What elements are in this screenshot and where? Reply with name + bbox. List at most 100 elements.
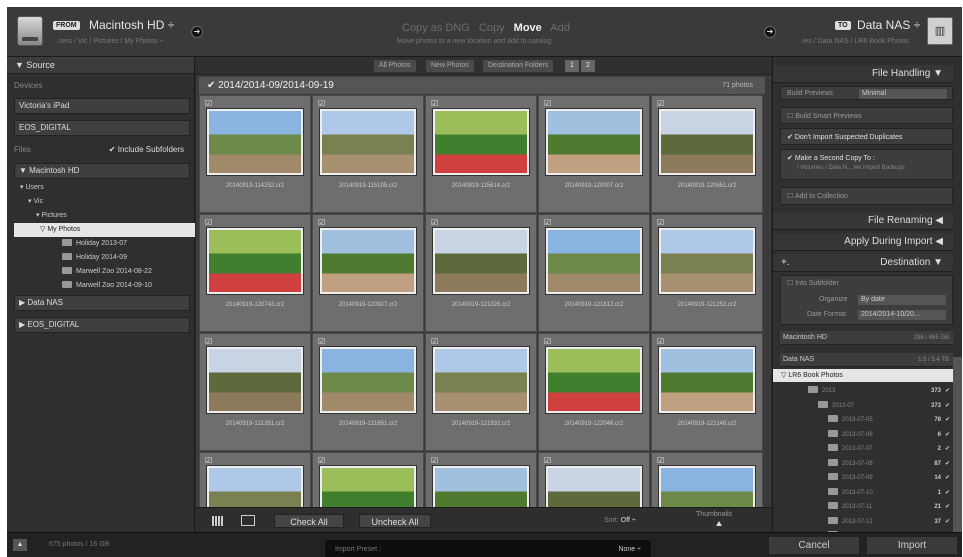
plus-icon[interactable]: +. (781, 254, 790, 272)
dest-tree-item[interactable]: 2013-07-06 6 ✔ (780, 428, 953, 442)
photo-checkbox[interactable]: ☑ (205, 218, 212, 227)
add-to-collection-checkbox[interactable]: ☐ Add to Collection (780, 187, 953, 205)
tree-vic[interactable]: ▾ Vic (14, 195, 195, 209)
photo-thumbnail[interactable] (206, 346, 304, 414)
photo-thumbnail[interactable] (319, 465, 417, 507)
photo-cell[interactable]: ☑ 20140919-120651.cr2 (651, 95, 763, 213)
mode-copy-dng[interactable]: Copy as DNG (402, 22, 470, 34)
arrow-right-icon[interactable]: ➔ (764, 26, 776, 38)
photo-checkbox[interactable]: ☑ (544, 99, 551, 108)
photo-cell[interactable]: ☑ 20140919-122046.cr2 (538, 333, 650, 451)
checkmark-icon[interactable]: ✔ (945, 471, 950, 485)
tab-all-photos[interactable]: All Photos (374, 60, 416, 72)
disk-macintosh-hd[interactable]: ▼ Macintosh HD (14, 163, 190, 179)
photo-cell[interactable]: ☑ 20140919-121812.cr2 (538, 214, 650, 332)
dest-disk-data-nas[interactable]: Data NAS 1.5 / 5.4 TB (780, 353, 953, 367)
folder-marwell-zoo-08-22[interactable]: Marwell Zoo 2014-08-22 (14, 265, 195, 279)
mode-add[interactable]: Add (550, 22, 570, 34)
source-header[interactable]: ▼ Source (7, 57, 194, 74)
import-preset[interactable]: Import Preset : None ÷ (325, 540, 651, 557)
tab-destination-folders[interactable]: Destination Folders (483, 60, 554, 72)
photo-thumbnail[interactable] (658, 227, 756, 295)
photo-thumbnail[interactable] (206, 227, 304, 295)
photo-checkbox[interactable]: ☑ (205, 456, 212, 465)
sort-control[interactable]: Sort: Off ÷ (604, 517, 636, 524)
photo-thumbnail[interactable] (545, 227, 643, 295)
photo-cell[interactable]: ☑ 20140919-115105.cr2 (312, 95, 424, 213)
loupe-view-icon[interactable] (241, 515, 255, 526)
photo-cell[interactable]: ☑ 20140919-122148.cr2 (651, 333, 763, 451)
photo-cell[interactable]: ☑ 20140919-121651.cr2 (312, 333, 424, 451)
checkmark-icon[interactable]: ✔ (945, 413, 950, 427)
photo-thumbnail[interactable] (432, 227, 530, 295)
dest-tree-item[interactable]: 2013 373 ✔ (780, 384, 953, 398)
photo-cell[interactable]: ☑ (199, 452, 311, 507)
photo-cell[interactable]: ☑ (651, 452, 763, 507)
photo-thumbnail[interactable] (658, 108, 756, 176)
photo-checkbox[interactable]: ☑ (205, 99, 212, 108)
photo-checkbox[interactable]: ☑ (431, 218, 438, 227)
disk-data-nas[interactable]: ▶ Data NAS (14, 295, 190, 311)
date-format-select[interactable]: 2014/2014-10/20... (858, 310, 946, 320)
photo-thumbnail[interactable] (319, 227, 417, 295)
photo-checkbox[interactable]: ☑ (544, 218, 551, 227)
organize-select[interactable]: By date (858, 295, 946, 305)
device-ipad[interactable]: Victoria's iPad (14, 98, 190, 114)
checkmark-icon[interactable]: ✔ (945, 486, 950, 500)
tree-my-photos[interactable]: ▽ My Photos (14, 223, 195, 237)
dest-tree-item[interactable]: 2013-07-10 1 ✔ (780, 486, 953, 500)
dont-import-duplicates-checkbox[interactable]: ✔ Don't Import Suspected Duplicates (780, 128, 953, 145)
photo-thumbnail[interactable] (545, 465, 643, 507)
photo-cell[interactable]: ☑ 20140919-121351.cr2 (199, 333, 311, 451)
photo-checkbox[interactable]: ☑ (657, 337, 664, 346)
folder-holiday-2014-09[interactable]: Holiday 2014-09 (14, 251, 195, 265)
file-handling-header[interactable]: File Handling ▼ (773, 65, 953, 83)
checkmark-icon[interactable]: ✔ (945, 399, 950, 413)
photo-cell[interactable]: ☑ 20140919-120927.cr2 (312, 214, 424, 332)
collapse-icon[interactable]: ▲ (13, 539, 27, 551)
file-renaming-header[interactable]: File Renaming ◀ (773, 212, 953, 230)
from-source-title[interactable]: Macintosh HD ÷ (89, 18, 174, 32)
photo-thumbnail[interactable] (319, 108, 417, 176)
checkmark-icon[interactable]: ✔ (945, 457, 950, 471)
photo-cell[interactable]: ☑ (312, 452, 424, 507)
destination-title[interactable]: Data NAS ÷ (857, 18, 920, 32)
tab-page-2[interactable]: 2 (581, 60, 595, 72)
checkmark-icon[interactable]: ✔ (945, 428, 950, 442)
build-smart-previews-checkbox[interactable]: ☐ Build Smart Previews (780, 107, 953, 124)
photo-checkbox[interactable]: ☑ (318, 99, 325, 108)
disk-eos-digital[interactable]: ▶ EOS_DIGITAL (14, 317, 190, 333)
photo-thumbnail[interactable] (658, 465, 756, 507)
photo-cell[interactable]: ☑ 20140919-120743.cr2 (199, 214, 311, 332)
import-button[interactable]: Import (867, 537, 957, 554)
arrow-right-icon[interactable]: ➔ (191, 26, 203, 38)
check-all-button[interactable]: Check All (274, 514, 344, 528)
checkmark-icon[interactable]: ✔ (945, 384, 950, 398)
dest-tree-item[interactable]: 2013-07-09 14 ✔ (780, 471, 953, 485)
photo-checkbox[interactable]: ☑ (544, 337, 551, 346)
photo-checkbox[interactable]: ☑ (544, 456, 551, 465)
photo-cell[interactable]: ☑ 20140919-121026.cr2 (425, 214, 537, 332)
into-subfolder-checkbox[interactable]: ☐ Into Subfolder (787, 279, 952, 287)
photo-thumbnail[interactable] (206, 108, 304, 176)
photo-cell[interactable]: ☑ 20140919-114252.cr2 (199, 95, 311, 213)
destination-header[interactable]: +. Destination ▼ (773, 254, 953, 272)
grid-view-icon[interactable] (212, 516, 223, 526)
cancel-button[interactable]: Cancel (769, 537, 859, 554)
photo-checkbox[interactable]: ☑ (657, 99, 664, 108)
photo-cell[interactable]: ☑ 20140919-121252.cr2 (651, 214, 763, 332)
folder-marwell-zoo-09-10[interactable]: Marwell Zoo 2014-09-10 (14, 279, 195, 293)
second-copy-checkbox[interactable]: ✔ Make a Second Copy To : / Volumes / Dat… (780, 149, 953, 180)
dest-tree-item[interactable]: 2013-07 373 ✔ (780, 399, 953, 413)
photo-thumbnail[interactable] (658, 346, 756, 414)
tree-users[interactable]: ▾ Users (14, 181, 195, 195)
dest-folder-selected[interactable]: ▽ LR6 Book Photos (773, 369, 953, 382)
photo-checkbox[interactable]: ☑ (431, 337, 438, 346)
photo-thumbnail[interactable] (545, 346, 643, 414)
scrollbar[interactable] (953, 357, 962, 532)
photo-cell[interactable]: ☑ (425, 452, 537, 507)
thumbnail-size-slider[interactable] (716, 521, 722, 526)
checkmark-icon[interactable]: ✔ (945, 515, 950, 529)
dest-tree-item[interactable]: 2013-07-07 2 ✔ (780, 442, 953, 456)
photo-cell[interactable]: ☑ 20140919-115614.cr2 (425, 95, 537, 213)
